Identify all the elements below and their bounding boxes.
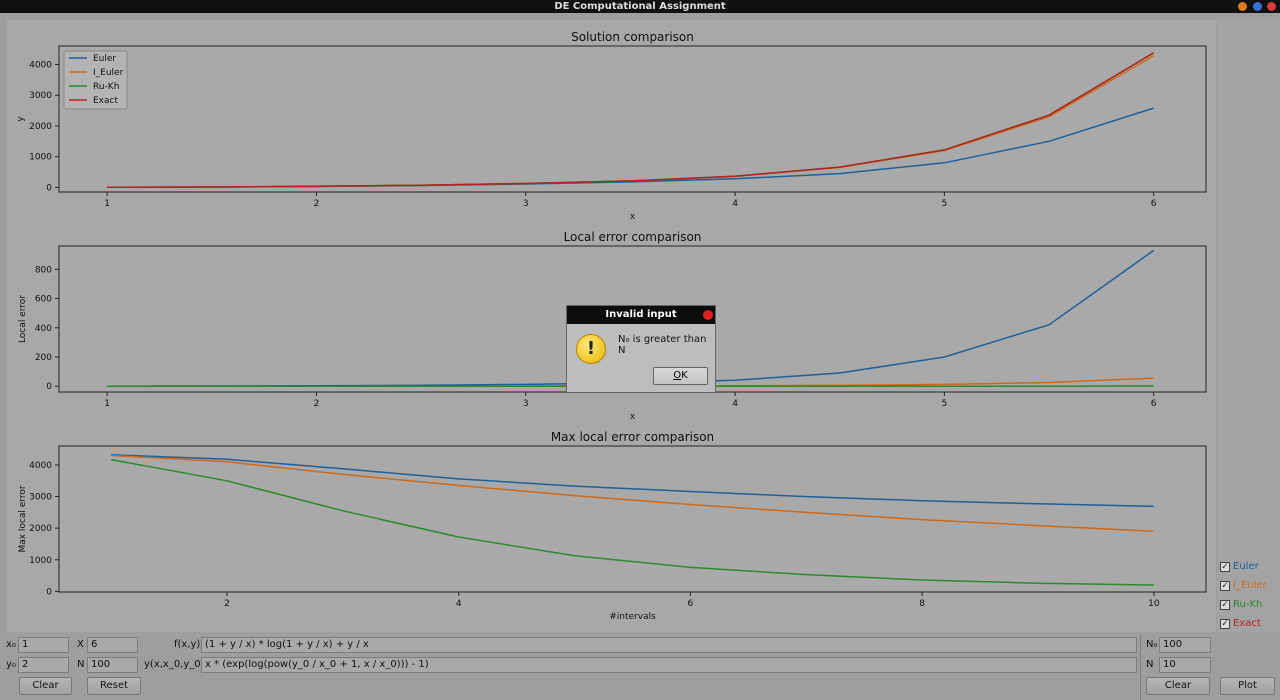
x-tick-label: 2 bbox=[314, 199, 320, 209]
N2-input[interactable]: 10 bbox=[1159, 657, 1211, 673]
x-tick-label: 4 bbox=[456, 599, 462, 609]
dialog-titlebar: Invalid input bbox=[567, 306, 715, 324]
checkbox-ieuler-label: I_Euler bbox=[1233, 580, 1267, 591]
y0-input[interactable]: 2 bbox=[18, 657, 69, 673]
y-axis-label: Local error bbox=[18, 295, 28, 343]
f-label: f(x,y) bbox=[174, 639, 201, 650]
x-tick-label: 4 bbox=[732, 399, 738, 409]
clear-interval-button[interactable]: Clear bbox=[1146, 677, 1210, 695]
dialog-ok-button[interactable]: OK bbox=[653, 367, 708, 385]
legend-label: Exact bbox=[93, 96, 118, 106]
panel-divider bbox=[1140, 634, 1141, 700]
y-tick-label: 400 bbox=[35, 324, 52, 334]
chart-title: Max local error comparison bbox=[551, 430, 714, 444]
warning-icon: ! bbox=[576, 334, 606, 364]
chart-title: Local error comparison bbox=[564, 230, 702, 244]
y-label: y(x,x_0,y_0) bbox=[144, 659, 205, 670]
x0-input[interactable]: 1 bbox=[18, 637, 69, 653]
x-tick-label: 1 bbox=[104, 199, 110, 209]
X-input[interactable]: 6 bbox=[87, 637, 138, 653]
invalid-input-dialog: Invalid input ! N₀ is greater than N OK bbox=[566, 305, 716, 393]
checkbox-ieuler[interactable]: ✓ I_Euler bbox=[1220, 580, 1267, 591]
y-tick-label: 1000 bbox=[29, 556, 52, 566]
x-tick-label: 3 bbox=[523, 399, 529, 409]
checkbox-rukh[interactable]: ✓ Ru-Kh bbox=[1220, 599, 1262, 610]
y-tick-label: 800 bbox=[35, 265, 52, 275]
x-tick-label: 4 bbox=[732, 199, 738, 209]
dialog-message: N₀ is greater than N bbox=[618, 334, 707, 356]
chart-frame bbox=[58, 445, 1207, 593]
legend-label: Euler bbox=[93, 54, 116, 64]
x-tick-label: 6 bbox=[688, 599, 694, 609]
x-tick-label: 8 bbox=[919, 599, 925, 609]
checkbox-euler-label: Euler bbox=[1233, 561, 1259, 572]
x-tick-label: 1 bbox=[104, 399, 110, 409]
y-input[interactable]: x * (exp(log(pow(y_0 / x_0 + 1, x / x_0)… bbox=[201, 657, 1137, 673]
legend-label: I_Euler bbox=[93, 68, 124, 78]
y-tick-label: 1000 bbox=[29, 153, 52, 163]
legend-label: Ru-Kh bbox=[93, 82, 119, 92]
N-input[interactable]: 100 bbox=[87, 657, 138, 673]
x-tick-label: 6 bbox=[1151, 199, 1157, 209]
checkbox-exact-box[interactable]: ✓ bbox=[1220, 618, 1230, 629]
reset-button[interactable]: Reset bbox=[87, 677, 141, 695]
x-axis-label: #intervals bbox=[609, 612, 656, 622]
chart-1: Solution comparison 1 2 3 4 5 6 0 1000 2000 3000 40… bbox=[16, 30, 1207, 222]
x-tick-label: 10 bbox=[1148, 599, 1160, 609]
N2-label: N bbox=[1146, 659, 1154, 670]
x-tick-label: 5 bbox=[941, 199, 947, 209]
N0-label: N₀ bbox=[1146, 639, 1158, 650]
y-tick-label: 0 bbox=[46, 183, 52, 193]
x-tick-label: 6 bbox=[1151, 399, 1157, 409]
ok-label-rest: K bbox=[681, 370, 688, 381]
chart-title: Solution comparison bbox=[571, 30, 694, 44]
x-axis-label: x bbox=[630, 212, 636, 222]
y-tick-label: 600 bbox=[35, 295, 52, 305]
x-tick-label: 2 bbox=[224, 599, 230, 609]
y-tick-label: 3000 bbox=[29, 493, 52, 503]
y-tick-label: 0 bbox=[46, 587, 52, 597]
y-tick-label: 3000 bbox=[29, 91, 52, 101]
N-label: N bbox=[77, 659, 85, 670]
y-tick-label: 0 bbox=[46, 382, 52, 392]
checkbox-rukh-box[interactable]: ✓ bbox=[1220, 599, 1230, 610]
chart-3: Max local error comparison 2 4 6 8 10 0 1000 200… bbox=[18, 430, 1207, 622]
clear-button[interactable]: Clear bbox=[19, 677, 72, 695]
y-tick-label: 2000 bbox=[29, 524, 52, 534]
x-tick-label: 3 bbox=[523, 199, 529, 209]
checkbox-ieuler-box[interactable]: ✓ bbox=[1220, 580, 1230, 591]
checkbox-exact-label: Exact bbox=[1233, 618, 1261, 629]
checkbox-euler-box[interactable]: ✓ bbox=[1220, 561, 1230, 572]
y-tick-label: 4000 bbox=[29, 60, 52, 70]
N0-input[interactable]: 100 bbox=[1159, 637, 1211, 653]
x-tick-label: 2 bbox=[314, 399, 320, 409]
ok-accelerator: O bbox=[673, 370, 682, 381]
x-tick-label: 5 bbox=[941, 399, 947, 409]
checkbox-rukh-label: Ru-Kh bbox=[1233, 599, 1263, 610]
y-axis-label: y bbox=[16, 116, 26, 122]
checkbox-exact[interactable]: ✓ Exact bbox=[1220, 618, 1261, 629]
x-axis-label: x bbox=[630, 412, 636, 422]
f-input[interactable]: (1 + y / x) * log(1 + y / x) + y / x bbox=[201, 637, 1137, 653]
y-tick-label: 2000 bbox=[29, 122, 52, 132]
checkbox-euler[interactable]: ✓ Euler bbox=[1220, 561, 1259, 572]
plot-button[interactable]: Plot bbox=[1220, 677, 1275, 695]
y0-label: y₀ bbox=[6, 659, 16, 670]
y-axis-label: Max local error bbox=[18, 485, 28, 552]
y-tick-label: 200 bbox=[35, 353, 52, 363]
x0-label: x₀ bbox=[6, 639, 16, 650]
chart-frame bbox=[58, 45, 1207, 193]
y-tick-label: 4000 bbox=[29, 461, 52, 471]
dialog-title: Invalid input bbox=[605, 309, 677, 320]
X-label: X bbox=[77, 639, 84, 650]
dialog-close-button[interactable] bbox=[703, 310, 713, 320]
